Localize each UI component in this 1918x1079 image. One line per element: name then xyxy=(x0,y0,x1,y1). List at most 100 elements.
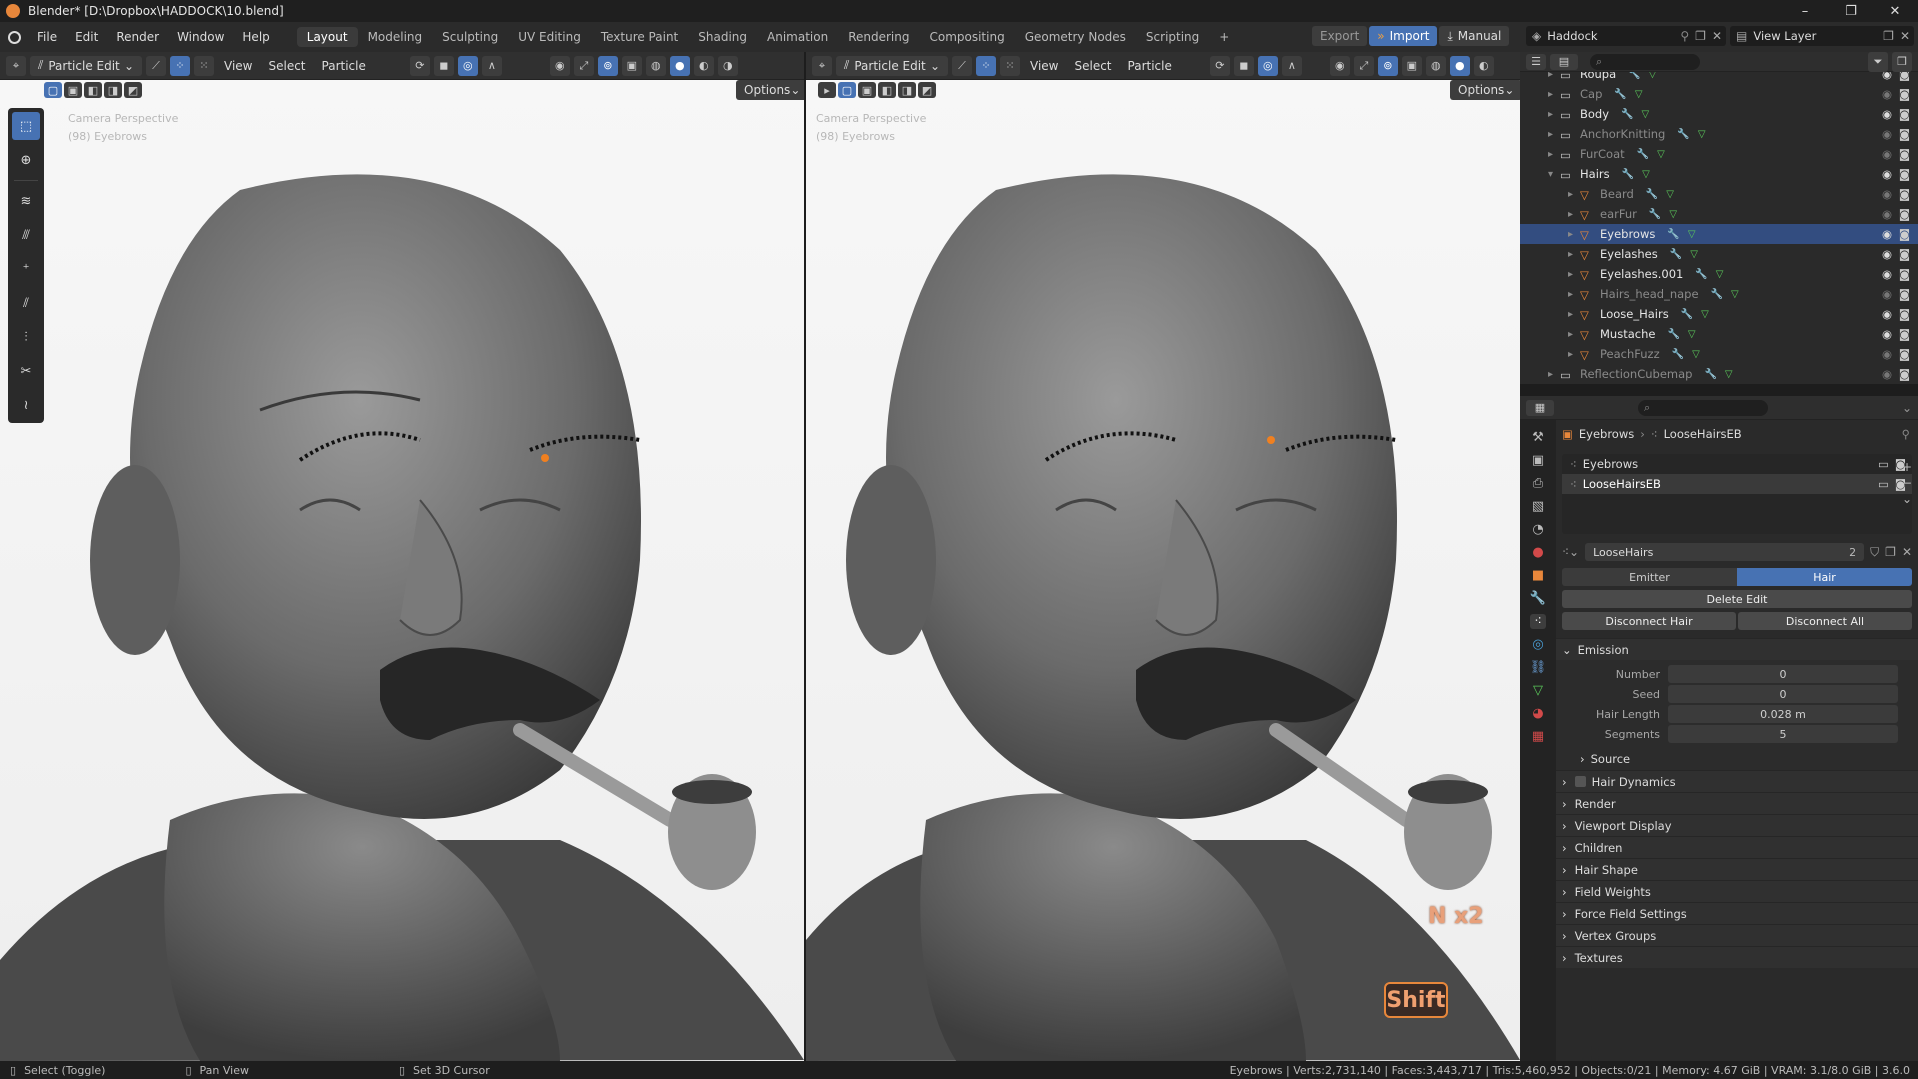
render-camera-icon[interactable]: ◙ xyxy=(1899,167,1910,181)
visibility-eye-icon[interactable]: ◉ xyxy=(1882,227,1892,241)
outliner-search-input[interactable]: ⌕ xyxy=(1590,53,1700,70)
render-camera-icon[interactable]: ◙ xyxy=(1899,227,1910,241)
expand-arrow-icon[interactable]: ▸ xyxy=(1568,349,1580,360)
select-tip-icon[interactable]: ⁙ xyxy=(194,55,214,76)
select-point-icon[interactable]: ⁘ xyxy=(170,55,190,76)
new-collection-icon[interactable]: ❐ xyxy=(1892,51,1912,72)
panel-header[interactable]: › Hair Shape xyxy=(1556,858,1918,880)
tab-scripting[interactable]: Scripting xyxy=(1136,27,1209,47)
menu-help[interactable]: Help xyxy=(233,30,278,44)
expand-arrow-icon[interactable]: ▸ xyxy=(1548,89,1560,100)
outliner-row[interactable]: ▸ ▽ PeachFuzz 🔧 ▽ ◉ ◙ xyxy=(1520,344,1918,364)
tab-modeling[interactable]: Modeling xyxy=(358,27,433,47)
visibility-icon[interactable]: ◉ xyxy=(549,55,570,76)
render-camera-icon[interactable]: ◙ xyxy=(1899,267,1910,281)
delete-view-layer-icon[interactable]: ✕ xyxy=(1900,29,1910,43)
outliner-row[interactable]: ▸ ▭ Body 🔧 ▽ ◉ ◙ xyxy=(1520,104,1918,124)
tab-compositing[interactable]: Compositing xyxy=(919,27,1014,47)
tab-animation[interactable]: Animation xyxy=(757,27,838,47)
tab-texture-paint[interactable]: Texture Paint xyxy=(591,27,688,47)
material-tab-icon[interactable]: ◕ xyxy=(1532,706,1543,721)
select-path-icon[interactable]: ⟋ xyxy=(146,55,166,76)
menu-select[interactable]: Select xyxy=(1068,59,1117,73)
properties-search-input[interactable]: ⌕ xyxy=(1638,399,1768,416)
expand-arrow-icon[interactable]: ▸ xyxy=(1568,309,1580,320)
render-camera-icon[interactable]: ◙ xyxy=(1899,207,1910,221)
visibility-eye-icon[interactable]: ◉ xyxy=(1882,127,1892,141)
render-camera-icon[interactable]: ◙ xyxy=(1899,247,1910,261)
proportional-edit-icon[interactable]: ◎ xyxy=(457,55,478,76)
menu-render[interactable]: Render xyxy=(107,30,168,44)
outliner-row[interactable]: ▸ ▭ AnchorKnitting 🔧 ▽ ◉ ◙ xyxy=(1520,124,1918,144)
visibility-eye-icon[interactable]: ◉ xyxy=(1882,167,1892,181)
editor-type-icon[interactable]: ▦ xyxy=(1526,399,1554,416)
visibility-eye-icon[interactable]: ◉ xyxy=(1882,87,1892,101)
delete-edit-button[interactable]: Delete Edit xyxy=(1562,590,1912,608)
import-button[interactable]: » Import xyxy=(1369,26,1438,46)
tab-shading[interactable]: Shading xyxy=(688,27,757,47)
export-button[interactable]: Export xyxy=(1312,26,1368,46)
menu-view[interactable]: View xyxy=(1024,59,1064,73)
tab-rendering[interactable]: Rendering xyxy=(838,27,919,47)
material-shading-icon[interactable]: ◐ xyxy=(1473,55,1494,76)
visibility-eye-icon[interactable]: ◉ xyxy=(1882,327,1892,341)
particles-tab-icon[interactable]: ⁖ xyxy=(1530,614,1546,629)
hair-type-button[interactable]: Hair xyxy=(1737,568,1912,586)
expand-arrow-icon[interactable]: ▾ xyxy=(1548,169,1560,180)
minimize-icon[interactable]: – xyxy=(1782,0,1828,22)
outliner-row[interactable]: ▸ ▽ Loose_Hairs 🔧 ▽ ◉ ◙ xyxy=(1520,304,1918,324)
xray-icon[interactable]: ▣ xyxy=(1401,55,1422,76)
tab-layout[interactable]: Layout xyxy=(296,27,358,47)
expand-arrow-icon[interactable]: ▸ xyxy=(1568,229,1580,240)
wireframe-shading-icon[interactable]: ◍ xyxy=(1425,55,1446,76)
render-camera-icon[interactable]: ◙ xyxy=(1899,87,1910,101)
visibility-eye-icon[interactable]: ◉ xyxy=(1882,267,1892,281)
chevron-down-icon[interactable]: ⌄ xyxy=(1902,492,1912,506)
pin-icon[interactable]: ⚲ xyxy=(1902,427,1910,441)
tool-tab-icon[interactable]: ⚒ xyxy=(1532,430,1544,445)
outliner-row[interactable]: ▸ ▭ ReflectionCubemap 🔧 ▽ ◉ ◙ xyxy=(1520,364,1918,384)
transform-orientation-icon[interactable]: ⟳ xyxy=(1209,55,1230,76)
visibility-eye-icon[interactable]: ◉ xyxy=(1882,187,1892,201)
expand-arrow-icon[interactable]: ▸ xyxy=(1568,289,1580,300)
world-tab-icon[interactable]: ● xyxy=(1532,545,1543,560)
particle-settings-selector[interactable]: ⁖⌄ LooseHairs 2 ⛉ ❐ ✕ xyxy=(1562,542,1912,562)
outliner-row[interactable]: ▸ ▽ Beard 🔧 ▽ ◉ ◙ xyxy=(1520,184,1918,204)
add-slot-icon[interactable]: + xyxy=(1902,460,1912,474)
texture-tab-icon[interactable]: ▦ xyxy=(1532,729,1544,744)
menu-window[interactable]: Window xyxy=(168,30,233,44)
viewport-toggle-icon[interactable]: ▭ xyxy=(1878,477,1889,491)
source-subpanel[interactable]: › Source xyxy=(1556,748,1918,770)
panel-header[interactable]: › Viewport Display xyxy=(1556,814,1918,836)
menu-particle[interactable]: Particle xyxy=(316,59,372,73)
proportional-edit-icon[interactable]: ◎ xyxy=(1257,55,1278,76)
xray-icon[interactable]: ▣ xyxy=(621,55,642,76)
visibility-eye-icon[interactable]: ◉ xyxy=(1882,367,1892,381)
disconnect-hair-button[interactable]: Disconnect Hair xyxy=(1562,612,1736,630)
pin-icon[interactable]: ⚲ xyxy=(1680,29,1689,43)
visibility-eye-icon[interactable]: ◉ xyxy=(1882,287,1892,301)
checkbox[interactable] xyxy=(1574,776,1586,787)
render-camera-icon[interactable]: ◙ xyxy=(1899,367,1910,381)
render-camera-icon[interactable]: ◙ xyxy=(1899,287,1910,301)
filter-icon[interactable]: ⏷ xyxy=(1868,51,1888,72)
overlays-icon[interactable]: ⊚ xyxy=(1377,55,1398,76)
menu-view[interactable]: View xyxy=(218,59,258,73)
outliner-row[interactable]: ▾ ▭ Hairs 🔧 ▽ ◉ ◙ xyxy=(1520,164,1918,184)
tab-uv-editing[interactable]: UV Editing xyxy=(508,27,591,47)
panel-header[interactable]: › Hair Dynamics xyxy=(1556,770,1918,792)
select-point-icon[interactable]: ⁘ xyxy=(976,55,996,76)
outliner-row[interactable]: ▸ ▽ earFur 🔧 ▽ ◉ ◙ xyxy=(1520,204,1918,224)
expand-arrow-icon[interactable]: ▸ xyxy=(1548,149,1560,160)
panel-header[interactable]: › Field Weights xyxy=(1556,880,1918,902)
menu-file[interactable]: File xyxy=(28,30,66,44)
visibility-icon[interactable]: ◉ xyxy=(1329,55,1350,76)
transform-orientation-icon[interactable]: ⟳ xyxy=(409,55,430,76)
select-path-icon[interactable]: ⟋ xyxy=(952,55,972,76)
visibility-eye-icon[interactable]: ◉ xyxy=(1882,107,1892,121)
render-camera-icon[interactable]: ◙ xyxy=(1899,107,1910,121)
fake-user-icon[interactable]: ⛉ xyxy=(1870,545,1879,560)
scene-tab-icon[interactable]: ◔ xyxy=(1532,522,1543,537)
visibility-eye-icon[interactable]: ◉ xyxy=(1882,72,1892,81)
modifier-tab-icon[interactable]: 🔧 xyxy=(1530,591,1546,606)
